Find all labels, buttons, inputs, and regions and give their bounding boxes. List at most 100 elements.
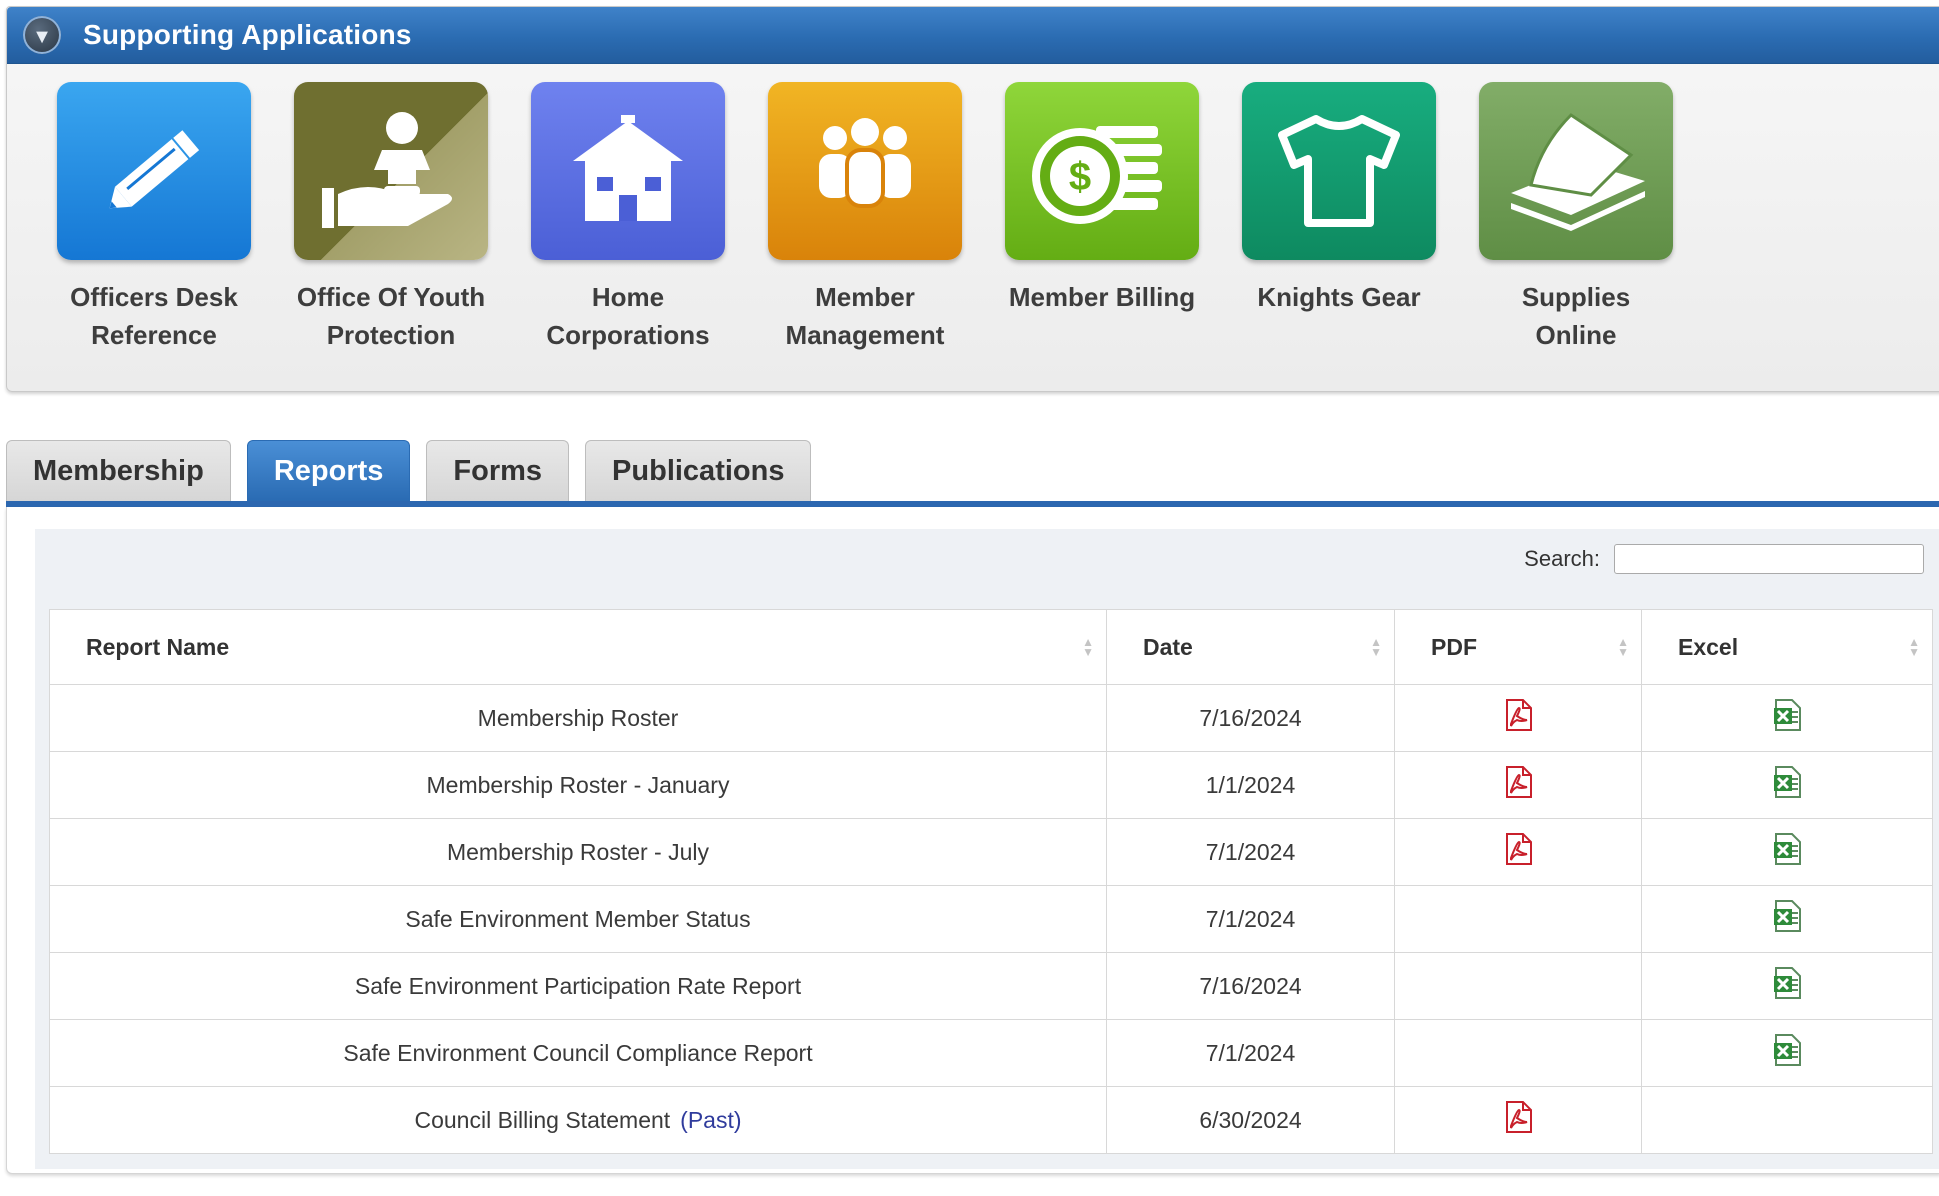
report-name-cell: Safe Environment Member Status: [49, 885, 1107, 953]
pdf-cell: [1394, 1086, 1642, 1154]
excel-icon[interactable]: [1770, 899, 1804, 939]
excel-cell: [1641, 885, 1933, 953]
app-member-management[interactable]: Member Management: [750, 82, 980, 354]
column-header-pdf[interactable]: PDF ▲ ▼: [1394, 609, 1642, 685]
pencil-icon: [57, 82, 251, 260]
report-name: Council Billing Statement: [414, 1106, 671, 1133]
search-label: Search:: [1524, 546, 1600, 571]
excel-icon[interactable]: [1770, 832, 1804, 872]
app-knights-gear[interactable]: Knights Gear: [1224, 82, 1454, 316]
report-name-cell: Council Billing Statement (Past): [49, 1086, 1107, 1154]
table-row: Safe Environment Participation Rate Repo…: [49, 952, 1933, 1020]
tab-membership[interactable]: Membership: [6, 440, 231, 501]
app-label: Supplies Online: [1521, 282, 1631, 350]
app-label: Member Billing: [1008, 282, 1196, 312]
report-name: Membership Roster - July: [446, 838, 710, 865]
report-date: 1/1/2024: [1106, 751, 1395, 819]
report-name-cell: Safe Environment Participation Rate Repo…: [49, 952, 1107, 1020]
table-row: Council Billing Statement (Past) 6/30/2024: [49, 1086, 1933, 1154]
apps-row: Officers Desk Reference Office Of Youth …: [7, 64, 1939, 384]
child-in-hand-icon: [294, 82, 488, 260]
pdf-icon[interactable]: [1501, 765, 1535, 805]
sort-icon: ▲ ▼: [1370, 635, 1382, 659]
tab-reports[interactable]: Reports: [246, 440, 411, 501]
sort-icon: ▲ ▼: [1617, 635, 1629, 659]
app-office-of-youth-protection[interactable]: Office Of Youth Protection: [276, 82, 506, 354]
report-name: Safe Environment Member Status: [405, 905, 751, 932]
search-row: Search:: [1524, 544, 1924, 574]
report-name-cell: Membership Roster - July: [49, 818, 1107, 886]
report-date: 6/30/2024: [1106, 1086, 1395, 1154]
app-label: Member Management: [785, 282, 945, 350]
excel-icon[interactable]: [1770, 1033, 1804, 1073]
panel-title: Supporting Applications: [83, 19, 412, 50]
app-label: Knights Gear: [1257, 282, 1421, 312]
table-row: Membership Roster - July 7/1/2024: [49, 818, 1933, 886]
sort-icon: ▲ ▼: [1082, 635, 1094, 659]
supporting-applications-panel: ▼ Supporting Applications Officers Desk: [6, 6, 1939, 392]
report-name: Membership Roster: [477, 704, 679, 731]
dollar-coins-icon: $: [1005, 82, 1199, 260]
app-officers-desk-reference[interactable]: Officers Desk Reference: [39, 82, 269, 354]
panel-header: ▼ Supporting Applications: [7, 7, 1939, 64]
tshirt-icon: [1242, 82, 1436, 260]
app-label: Office Of Youth Protection: [296, 282, 486, 350]
excel-icon[interactable]: [1770, 698, 1804, 738]
pdf-icon[interactable]: [1501, 1100, 1535, 1140]
excel-cell: [1641, 818, 1933, 886]
tab-forms[interactable]: Forms: [426, 440, 570, 501]
table-row: Safe Environment Council Compliance Repo…: [49, 1019, 1933, 1087]
pdf-icon[interactable]: [1501, 832, 1535, 872]
app-member-billing[interactable]: $ Member Billing: [987, 82, 1217, 316]
reports-table-wrapper: Search: Report Name ▲▼ Date ▲▼ PDF ▲▼: [35, 529, 1939, 1169]
table-row: Safe Environment Member Status 7/1/2024: [49, 885, 1933, 953]
report-name-cell: Membership Roster: [49, 684, 1107, 752]
tab-bar: Membership Reports Forms Publications: [6, 440, 827, 502]
report-name: Membership Roster - January: [426, 771, 730, 798]
excel-icon[interactable]: [1770, 765, 1804, 805]
pdf-cell: [1394, 1019, 1642, 1087]
pdf-icon[interactable]: [1501, 698, 1535, 738]
pdf-cell: [1394, 751, 1642, 819]
sort-icon: ▲ ▼: [1908, 635, 1920, 659]
report-name-cell: Safe Environment Council Compliance Repo…: [49, 1019, 1107, 1087]
pdf-cell: [1394, 952, 1642, 1020]
house-icon: [531, 82, 725, 260]
excel-icon[interactable]: [1770, 966, 1804, 1006]
excel-cell: [1641, 952, 1933, 1020]
excel-cell: [1641, 751, 1933, 819]
excel-cell: [1641, 1086, 1933, 1154]
reports-panel: Search: Report Name ▲▼ Date ▲▼ PDF ▲▼: [6, 507, 1939, 1174]
report-name: Safe Environment Participation Rate Repo…: [354, 972, 802, 999]
table-row: Membership Roster 7/16/2024: [49, 684, 1933, 752]
app-label: Officers Desk Reference: [70, 282, 238, 350]
app-supplies-online[interactable]: Supplies Online: [1461, 82, 1691, 354]
excel-cell: [1641, 1019, 1933, 1087]
paper-stack-icon: [1479, 82, 1673, 260]
excel-cell: [1641, 684, 1933, 752]
search-input[interactable]: [1614, 544, 1924, 574]
report-date: 7/1/2024: [1106, 885, 1395, 953]
pdf-cell: [1394, 684, 1642, 752]
reports-table: Report Name ▲ ▼ Date ▲ ▼ PDF ▲ ▼ Excel ▲ ▼: [49, 609, 1933, 1154]
column-header-excel[interactable]: Excel ▲ ▼: [1641, 609, 1933, 685]
column-header-report-name[interactable]: Report Name ▲ ▼: [49, 609, 1107, 685]
people-group-icon: [768, 82, 962, 260]
collapse-toggle-button[interactable]: ▼: [23, 16, 61, 54]
triangle-down-icon: ▼: [32, 25, 52, 48]
app-home-corporations[interactable]: Home Corporations: [513, 82, 743, 354]
past-link[interactable]: (Past): [680, 1107, 741, 1133]
pdf-cell: [1394, 818, 1642, 886]
app-label: Home Corporations: [546, 282, 710, 350]
table-row: Membership Roster - January 1/1/2024: [49, 751, 1933, 819]
tab-publications[interactable]: Publications: [585, 440, 812, 501]
report-name: Safe Environment Council Compliance Repo…: [343, 1039, 813, 1066]
report-date: 7/1/2024: [1106, 1019, 1395, 1087]
svg-text:$: $: [1069, 155, 1091, 199]
report-date: 7/1/2024: [1106, 818, 1395, 886]
report-name-cell: Membership Roster - January: [49, 751, 1107, 819]
report-date: 7/16/2024: [1106, 684, 1395, 752]
table-header-row: Report Name ▲ ▼ Date ▲ ▼ PDF ▲ ▼ Excel ▲ ▼: [49, 609, 1933, 685]
table-body: Membership Roster 7/16/2024 Membership Ros…: [49, 684, 1933, 1154]
column-header-date[interactable]: Date ▲ ▼: [1106, 609, 1395, 685]
